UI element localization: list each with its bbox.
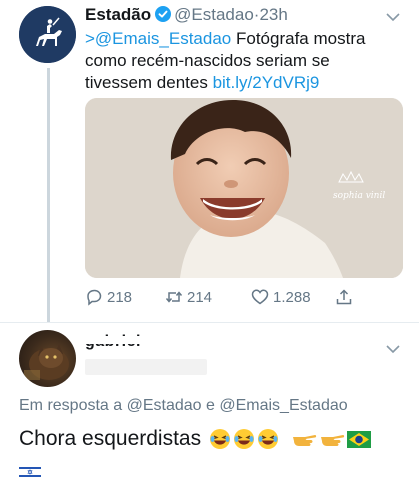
baby-photo-image: sophia vinil [85,98,403,278]
verified-badge-icon [155,6,172,22]
reply-handle-redacted [85,359,207,375]
gabriel-avatar[interactable] [19,330,76,387]
url-link[interactable]: bit.ly/2YdVRj9 [213,73,320,92]
laughing-emoji-icon [210,429,231,449]
share-action[interactable] [335,288,353,306]
retweet-action[interactable]: 214 [165,288,212,306]
tweet-text: >@Emais_Estadao Fotógrafa mostra como re… [85,28,395,94]
retweet-count: 214 [187,288,213,306]
cat-avatar-image [24,344,69,380]
chevron-down-icon[interactable] [386,12,400,22]
reply-action[interactable]: 218 [85,288,132,306]
tweet-divider [0,322,419,323]
estadao-avatar[interactable] [19,6,76,63]
laughing-emoji-icon [234,429,255,449]
author-name[interactable]: Estadão [85,5,151,24]
emoji-row [209,428,372,450]
redaction-bar [82,336,202,344]
tweet-header: Estadão @Estadao·23h [85,4,288,26]
thread-line [47,68,50,323]
mention-link[interactable]: >@Emais_Estadao [85,29,231,48]
pointing-hand-emoji-icon [321,435,345,446]
share-icon [336,289,352,305]
reply-text-row: Chora esquerdistas [19,427,372,451]
reply-icon [87,289,102,306]
retweet-icon [165,291,183,303]
brazil-flag-icon [347,430,372,448]
like-count: 1.288 [273,288,311,306]
photo-watermark: sophia vinil [333,191,385,201]
author-handle[interactable]: @Estadao [174,5,254,24]
tweet-photo[interactable]: sophia vinil [85,98,403,278]
tweet-time[interactable]: 23h [259,5,287,24]
reply-count: 218 [107,288,133,306]
pointing-hand-emoji-icon [293,435,317,446]
reply-text: Chora esquerdistas [19,427,202,450]
laughing-emoji-icon [258,429,279,449]
israel-flag-icon [19,466,41,478]
like-action[interactable]: 1.288 [251,288,311,306]
in-reply-to: Em resposta a @Estadao e @Emais_Estadao [19,397,348,414]
chevron-down-icon[interactable] [386,344,400,354]
heart-icon [251,289,269,305]
horse-rider-logo-icon [19,6,76,63]
